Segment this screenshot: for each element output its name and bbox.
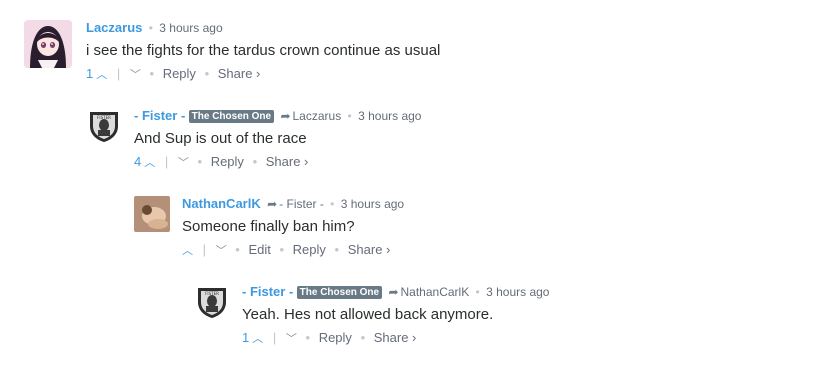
photo-avatar-image bbox=[134, 196, 170, 232]
avatar[interactable]: FISTER bbox=[194, 284, 230, 320]
shield-logo-icon: FISTER bbox=[194, 284, 230, 320]
comment-author[interactable]: - Fister - bbox=[242, 284, 293, 299]
in-reply-to-link[interactable]: - Fister - bbox=[279, 197, 324, 211]
chevron-up-icon[interactable]: ︿ bbox=[144, 157, 155, 169]
share-button[interactable]: Share › bbox=[374, 330, 417, 345]
avatar[interactable]: FISTER bbox=[86, 108, 122, 144]
reply-button[interactable]: Reply bbox=[211, 154, 244, 169]
comment-author[interactable]: - Fister - bbox=[134, 108, 185, 123]
comment-text: Someone finally ban him? bbox=[182, 218, 355, 235]
comment-text: And Sup is out of the race bbox=[134, 130, 307, 147]
share-button[interactable]: Share › bbox=[348, 242, 391, 257]
svg-text:FISTER: FISTER bbox=[205, 291, 219, 296]
share-button[interactable]: Share › bbox=[218, 66, 261, 81]
avatar[interactable] bbox=[24, 20, 72, 68]
comment-text: i see the fights for the tardus crown co… bbox=[86, 42, 441, 59]
comment-timestamp[interactable]: 3 hours ago bbox=[341, 197, 404, 211]
comment-timestamp[interactable]: 3 hours ago bbox=[159, 21, 222, 35]
upvote-count: 1 bbox=[86, 66, 94, 81]
avatar[interactable] bbox=[134, 196, 170, 232]
chevron-down-icon[interactable]: ﹀ bbox=[216, 245, 227, 257]
chevron-up-icon[interactable]: ︿ bbox=[182, 245, 193, 257]
edit-button[interactable]: Edit bbox=[248, 242, 270, 257]
upvote-count: 1 bbox=[242, 330, 250, 345]
chevron-down-icon[interactable]: ﹀ bbox=[130, 69, 141, 81]
svg-text:FISTER: FISTER bbox=[97, 115, 111, 120]
chevron-down-icon[interactable]: ﹀ bbox=[178, 157, 189, 169]
chevron-up-icon[interactable]: ︿ bbox=[252, 333, 263, 345]
comment-timestamp[interactable]: 3 hours ago bbox=[358, 109, 421, 123]
share-button[interactable]: Share › bbox=[266, 154, 309, 169]
comment-timestamp[interactable]: 3 hours ago bbox=[486, 285, 549, 299]
in-reply-to-link[interactable]: Laczarus bbox=[293, 109, 342, 123]
in-reply-to-link[interactable]: NathanCarlK bbox=[401, 285, 470, 299]
reply-arrow-icon: ➦ bbox=[388, 285, 399, 299]
comment-author[interactable]: NathanCarlK bbox=[182, 196, 261, 211]
chevron-down-icon[interactable]: ﹀ bbox=[286, 333, 297, 345]
anime-avatar-image bbox=[24, 20, 72, 68]
comment-text: Yeah. Hes not allowed back anymore. bbox=[242, 306, 494, 323]
reply-arrow-icon: ➦ bbox=[280, 109, 291, 123]
shield-logo-icon: FISTER bbox=[86, 108, 122, 144]
user-badge: The Chosen One bbox=[188, 110, 275, 123]
user-badge: The Chosen One bbox=[296, 286, 383, 299]
upvote-count: 4 bbox=[134, 154, 142, 169]
reply-arrow-icon: ➦ bbox=[267, 197, 278, 211]
reply-button[interactable]: Reply bbox=[293, 242, 326, 257]
chevron-up-icon[interactable]: ︿ bbox=[96, 69, 107, 81]
comment-author[interactable]: Laczarus bbox=[86, 20, 142, 35]
reply-button[interactable]: Reply bbox=[319, 330, 352, 345]
reply-button[interactable]: Reply bbox=[163, 66, 196, 81]
